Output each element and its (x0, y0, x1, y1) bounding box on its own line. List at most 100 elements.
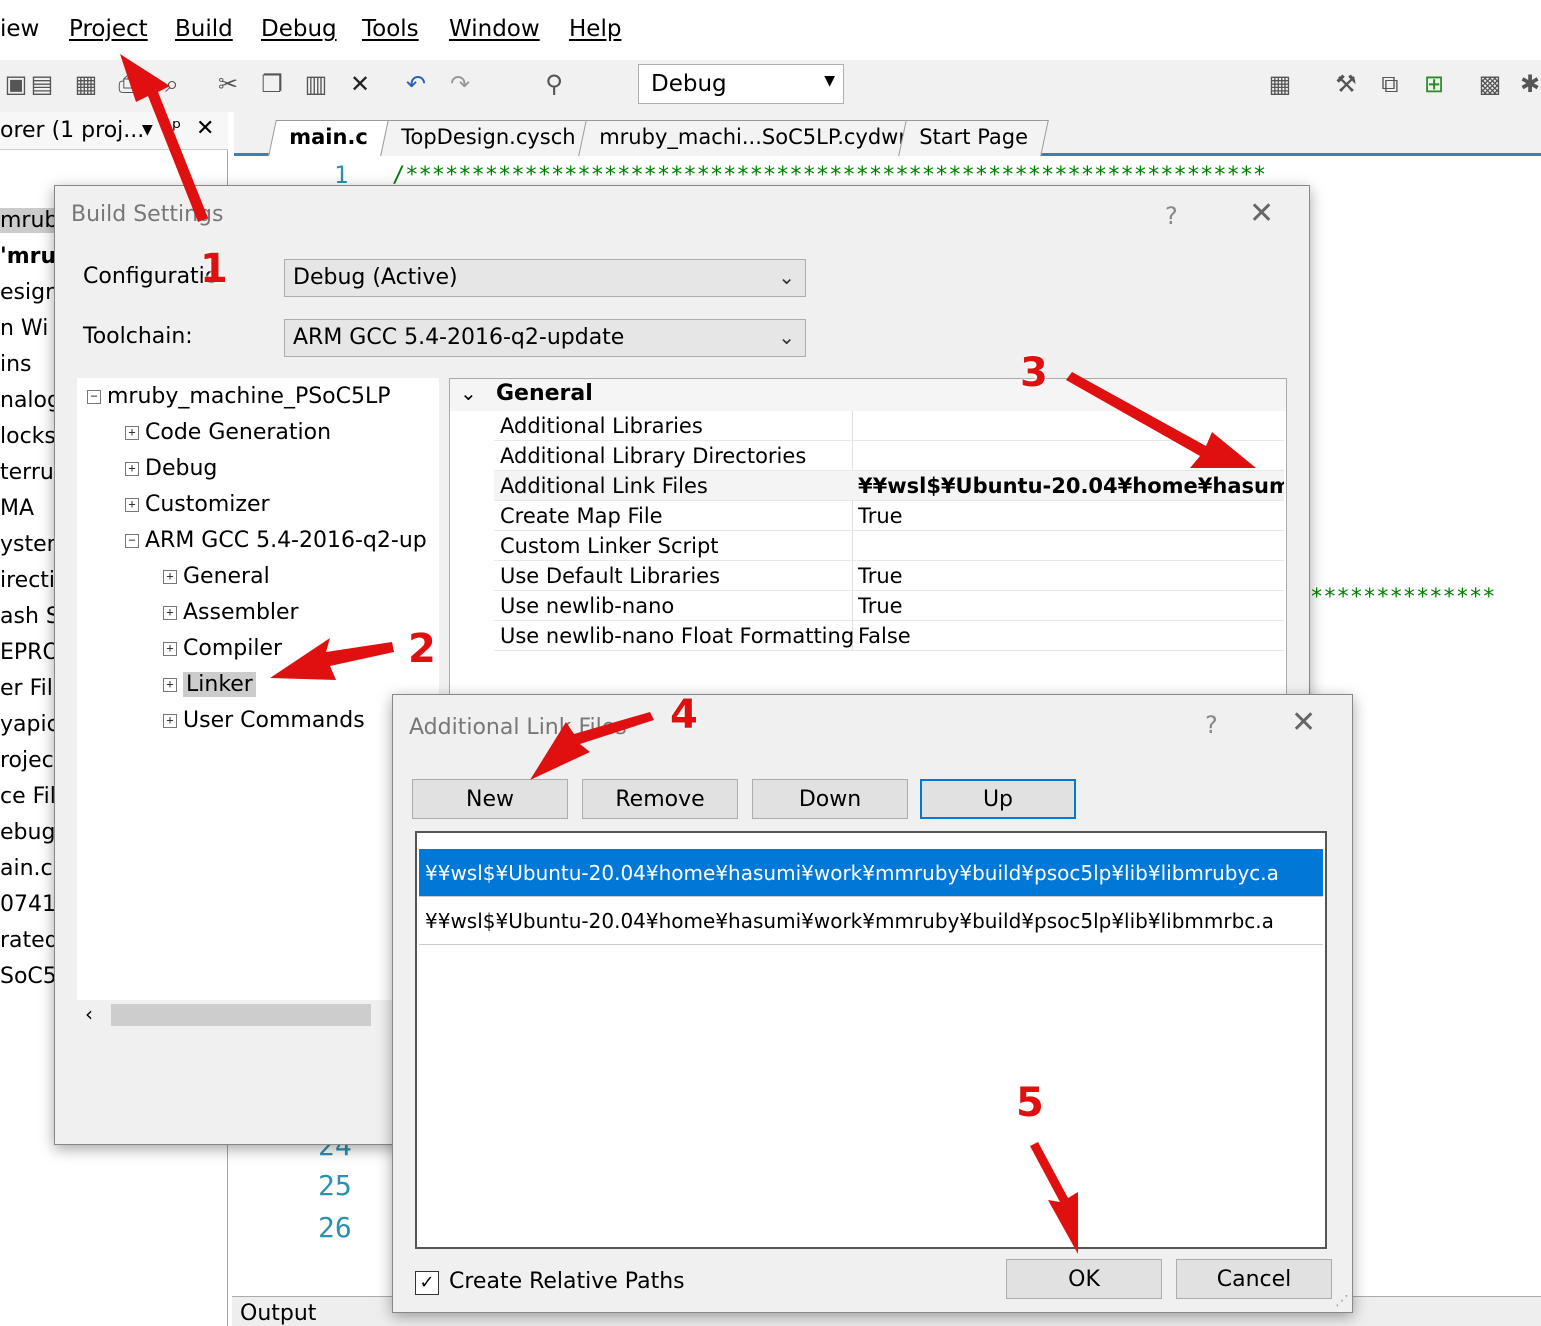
collapse-icon[interactable]: − (125, 533, 139, 548)
redo-icon[interactable]: ↷ (444, 68, 476, 100)
print-icon[interactable]: ⎙ (112, 68, 144, 100)
explorer-item[interactable]: nalog (0, 388, 61, 413)
up-button[interactable]: Up (920, 779, 1076, 819)
link-files-list[interactable]: ¥¥wsl$¥Ubuntu-20.04¥home¥hasumi¥work¥mmr… (415, 831, 1327, 1249)
menu-tools[interactable]: Tools (362, 16, 419, 42)
expand-icon[interactable]: + (125, 497, 139, 512)
tree-node-arm-gcc[interactable]: − ARM GCC 5.4-2016-q2-up (125, 528, 427, 553)
tree-node-code-generation[interactable]: + Code Generation (125, 420, 331, 445)
program-icon[interactable]: ▩ (1474, 68, 1506, 100)
chevron-down-icon[interactable]: ⌄ (460, 381, 477, 405)
create-relative-paths-checkbox[interactable]: ✓ (415, 1271, 439, 1295)
menu-build[interactable]: Build (175, 16, 233, 42)
schematic-icon[interactable]: ▦ (1264, 68, 1296, 100)
menu-debug[interactable]: Debug (261, 16, 337, 42)
save-icon[interactable]: ▤ (26, 68, 58, 100)
tree-node-linker[interactable]: + Linker (163, 672, 256, 697)
menu-project[interactable]: Project (69, 16, 148, 42)
debug-bug-icon[interactable]: ✱ (1514, 68, 1541, 100)
remove-button[interactable]: Remove (582, 779, 738, 819)
tab-start-page[interactable]: Start Page (898, 120, 1049, 156)
create-relative-paths-label: Create Relative Paths (449, 1269, 685, 1294)
close-icon[interactable]: ✕ (1291, 705, 1316, 740)
print-preview-icon[interactable]: ⌕ (156, 68, 188, 100)
pin-icon[interactable]: ᵖ (172, 116, 181, 141)
tab-main-c[interactable]: main.c (268, 120, 389, 156)
add-file-icon[interactable]: ⊞ (1418, 68, 1450, 100)
scrollbar-thumb[interactable] (111, 1004, 371, 1026)
cancel-button[interactable]: Cancel (1176, 1259, 1332, 1299)
close-icon[interactable]: ✕ (196, 116, 214, 141)
toolchain-select-value: ARM GCC 5.4-2016-q2-update (293, 325, 625, 350)
expand-icon[interactable]: + (163, 569, 177, 584)
explorer-item[interactable]: terru (0, 460, 54, 485)
toolchain-select[interactable]: ARM GCC 5.4-2016-q2-update ⌄ (284, 319, 806, 357)
tree-node-compiler[interactable]: + Compiler (163, 636, 282, 661)
explorer-item[interactable]: rated (0, 928, 59, 953)
ok-button[interactable]: OK (1006, 1259, 1162, 1299)
build-icon[interactable]: ⧉ (1374, 68, 1406, 100)
explorer-item[interactable]: er Fil (0, 676, 53, 701)
tree-node-assembler[interactable]: + Assembler (163, 600, 299, 625)
collapse-icon[interactable]: − (87, 389, 101, 404)
property-section-header[interactable]: ⌄ General (450, 379, 1286, 411)
property-row[interactable]: Custom Linker Script (494, 531, 1284, 561)
tab-topdesign[interactable]: TopDesign.cysch (380, 120, 597, 156)
down-button[interactable]: Down (752, 779, 908, 819)
expand-icon[interactable]: + (163, 713, 177, 728)
copy-icon[interactable]: ❐ (256, 68, 288, 100)
explorer-item[interactable]: MA (0, 496, 34, 521)
property-row[interactable]: Create Map File True (494, 501, 1284, 531)
resize-grip-icon[interactable]: ⋰ (1335, 1293, 1349, 1309)
tree-horizontal-scrollbar[interactable]: ‹ (77, 1000, 439, 1030)
explorer-item[interactable]: locks (0, 424, 56, 449)
explorer-item[interactable]: EPRO (0, 640, 60, 665)
tree-node-general[interactable]: + General (163, 564, 270, 589)
explorer-item[interactable]: n Wi (0, 316, 48, 341)
help-icon[interactable]: ? (1165, 202, 1178, 230)
explorer-item[interactable]: 0741 (0, 892, 56, 917)
tree-node-customizer[interactable]: + Customizer (125, 492, 270, 517)
save-all-icon[interactable]: ▦ (70, 68, 102, 100)
expand-icon[interactable]: + (125, 425, 139, 440)
property-row[interactable]: Additional Libraries (494, 411, 1284, 441)
menu-window[interactable]: Window (449, 16, 540, 42)
tree-node-debug[interactable]: + Debug (125, 456, 217, 481)
scroll-left-icon[interactable]: ‹ (85, 1002, 93, 1026)
clean-icon[interactable]: ⚒ (1330, 68, 1362, 100)
property-row[interactable]: Use Default Libraries True (494, 561, 1284, 591)
expand-icon[interactable]: + (163, 641, 177, 656)
property-row[interactable]: Additional Library Directories (494, 441, 1284, 471)
property-row[interactable]: Use newlib-nano Float Formatting False (494, 621, 1284, 651)
close-icon[interactable]: ✕ (1249, 196, 1274, 231)
menu-help[interactable]: Help (569, 16, 621, 42)
tree-node-user-commands[interactable]: + User Commands (163, 708, 365, 733)
editor-tab-strip: main.c TopDesign.cysch mruby_machi...SoC… (234, 112, 1541, 156)
expand-icon[interactable]: + (125, 461, 139, 476)
list-item[interactable]: ¥¥wsl$¥Ubuntu-20.04¥home¥hasumi¥work¥mmr… (419, 897, 1323, 945)
explorer-item[interactable]: ins (0, 352, 32, 377)
help-icon[interactable]: ? (1205, 711, 1218, 739)
paste-icon[interactable]: ▥ (300, 68, 332, 100)
explorer-item[interactable]: ain.c (0, 856, 53, 881)
new-button[interactable]: New (412, 779, 568, 819)
expand-icon[interactable]: + (163, 605, 177, 620)
expand-icon[interactable]: + (163, 677, 177, 692)
explorer-item[interactable]: esign (0, 280, 59, 305)
explorer-item[interactable]: ash S (0, 604, 60, 629)
find-icon[interactable]: ⚲ (538, 68, 570, 100)
explorer-item[interactable]: 'mru (0, 244, 56, 269)
property-row[interactable]: Use newlib-nano True (494, 591, 1284, 621)
explorer-item[interactable]: SoC5 (0, 964, 57, 989)
tree-node-root[interactable]: − mruby_machine_PSoC5LP (87, 384, 391, 409)
undo-icon[interactable]: ↶ (400, 68, 432, 100)
tab-cydwr[interactable]: mruby_machi...SoC5LP.cydwr (578, 120, 928, 156)
menu-view[interactable]: iew (0, 16, 39, 42)
list-item[interactable]: ¥¥wsl$¥Ubuntu-20.04¥home¥hasumi¥work¥mmr… (419, 849, 1323, 897)
delete-icon[interactable]: ✕ (344, 68, 376, 100)
configuration-combo[interactable]: Debug ▼ (638, 64, 844, 104)
chevron-down-icon[interactable]: ▼ (142, 122, 153, 138)
configuration-select[interactable]: Debug (Active) ⌄ (284, 259, 806, 297)
cut-icon[interactable]: ✂ (212, 68, 244, 100)
property-row-additional-link-files[interactable]: Additional Link Files ¥¥wsl$¥Ubuntu-20.04… (494, 471, 1284, 501)
